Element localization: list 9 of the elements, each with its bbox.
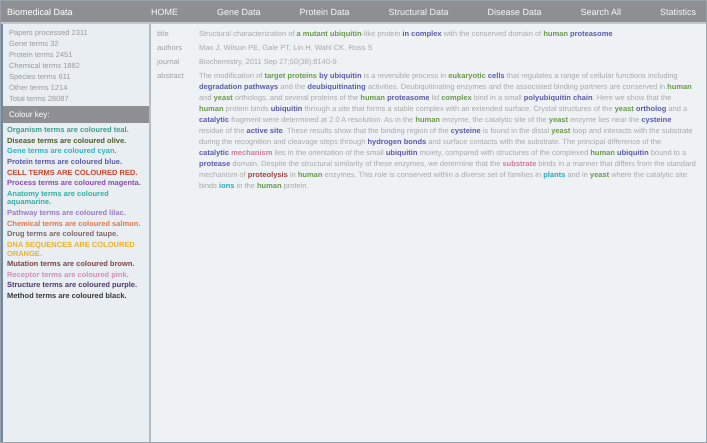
nav-link[interactable]: HOME xyxy=(147,4,182,18)
nav-link[interactable]: Disease Data xyxy=(483,4,546,18)
nav-link[interactable]: Statistics xyxy=(656,4,700,18)
nav-link[interactable]: Search All xyxy=(576,4,625,18)
nav-link[interactable]: Structural Data xyxy=(384,4,452,18)
legend-header: Colour key: xyxy=(3,106,149,123)
nav-link[interactable]: Gene Data xyxy=(212,4,264,18)
nav-link[interactable]: Protein Data xyxy=(295,4,354,18)
site-title: Biomedical Data xyxy=(7,6,74,16)
